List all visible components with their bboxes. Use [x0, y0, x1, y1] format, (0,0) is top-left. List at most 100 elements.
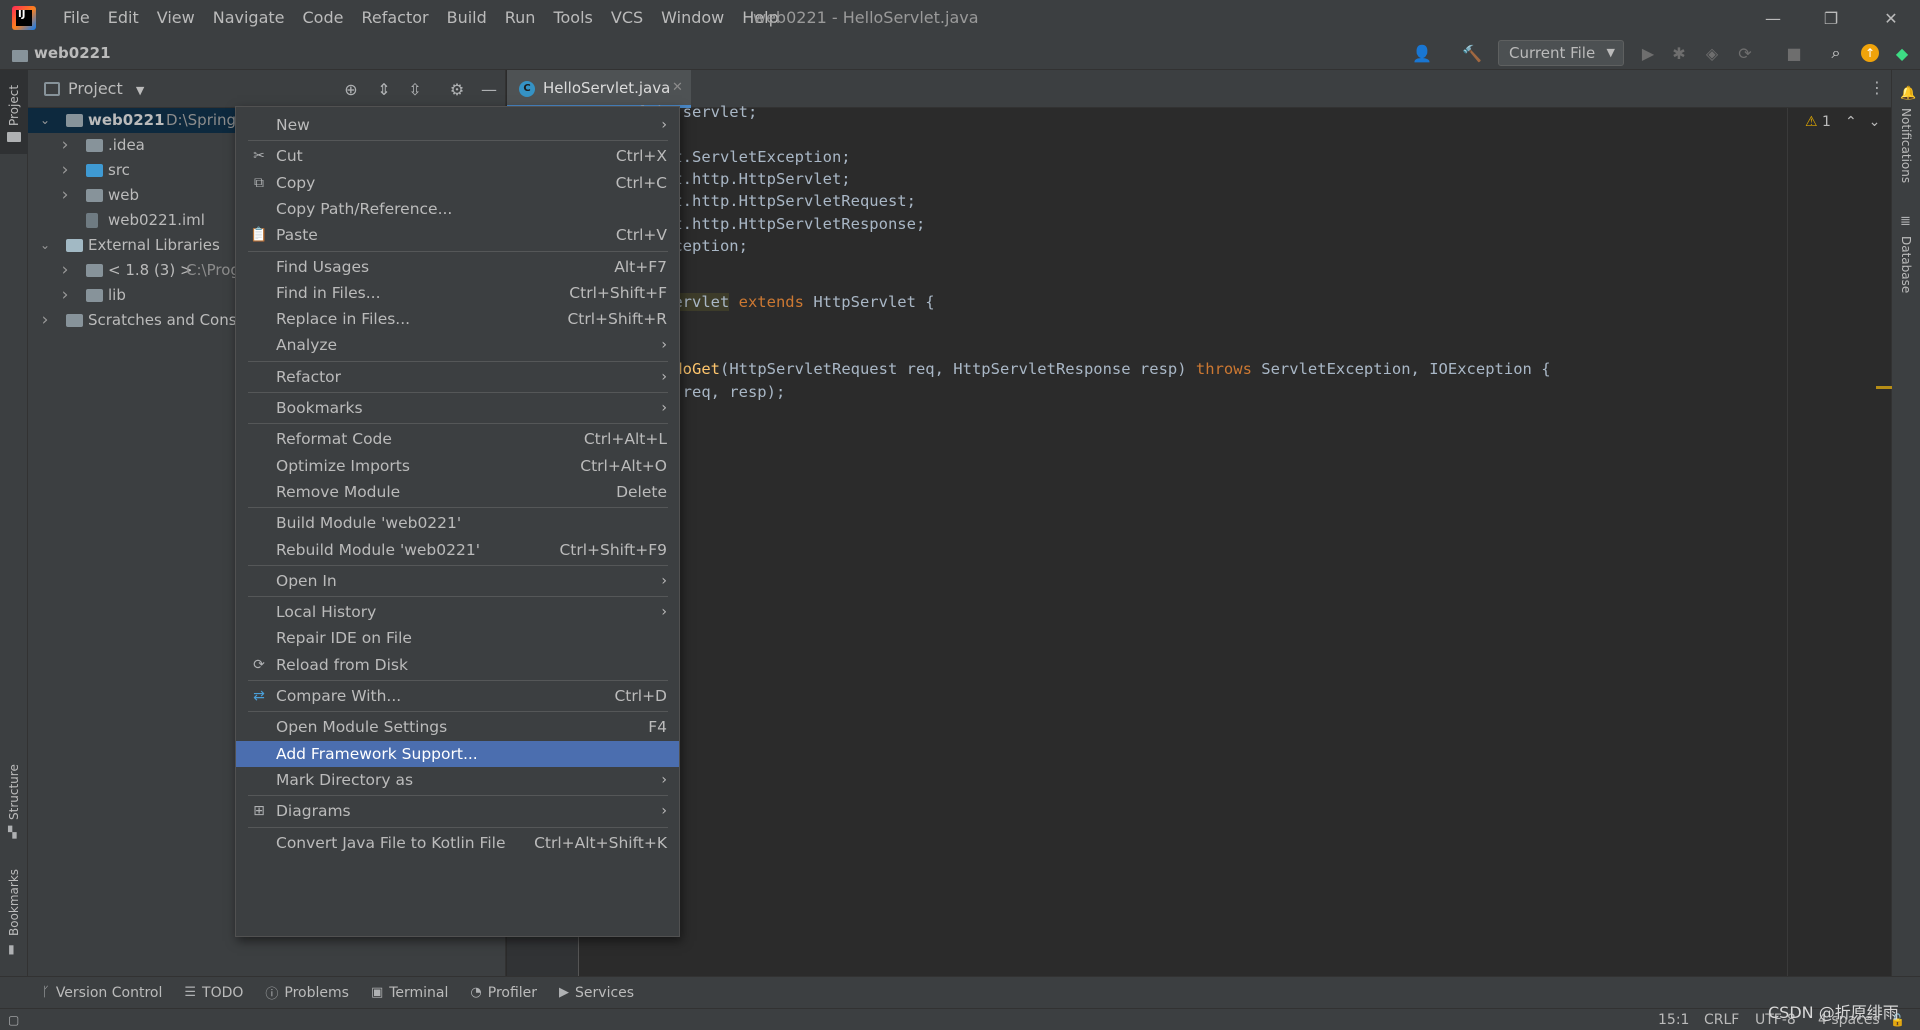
tree-item-label: web: [108, 186, 140, 204]
tool-windows-icon[interactable]: ▢: [8, 1009, 19, 1030]
menu-item-mark-directory-as[interactable]: Mark Directory as ›: [236, 767, 679, 793]
watermark: CSDN @折原绯雨: [1768, 1003, 1899, 1022]
menu-item-copy-path-reference[interactable]: Copy Path/Reference...: [236, 196, 679, 222]
diagram-icon: ⊞: [253, 803, 265, 820]
menu-item-find-in-files[interactable]: Find in Files... Ctrl+Shift+F: [236, 280, 679, 306]
menu-item-local-history[interactable]: Local History ›: [236, 599, 679, 625]
minimize-button[interactable]: —: [1744, 0, 1802, 36]
menu-refactor[interactable]: Refactor: [352, 0, 437, 36]
menu-item-copy[interactable]: ⧉ Copy Ctrl+C: [236, 170, 679, 196]
line-separator[interactable]: CRLF: [1704, 1009, 1739, 1030]
tool-label: Version Control: [55, 984, 163, 1001]
tool-label: Services: [575, 984, 635, 1001]
run-icon[interactable]: ▶: [1636, 41, 1660, 65]
notifications-tool-label[interactable]: Notifications: [1899, 108, 1913, 183]
chevron-up-icon[interactable]: ⌃: [1845, 114, 1857, 130]
chevron-right-icon[interactable]: ›: [58, 133, 72, 158]
bottom-tool-bar: ᚴ Version Control ☰ TODO ⓘ Problems ▣ Terminal ◔…: [0, 976, 1920, 1008]
menu-item-paste[interactable]: 📋 Paste Ctrl+V: [236, 222, 679, 248]
debug-icon[interactable]: ✱: [1667, 41, 1691, 65]
chevron-right-icon[interactable]: ›: [38, 308, 52, 333]
database-icon[interactable]: ≣: [1900, 214, 1911, 229]
notifications-icon[interactable]: 🔔: [1900, 86, 1916, 101]
breadcrumb-project[interactable]: web0221: [34, 36, 111, 70]
chevron-down-icon[interactable]: ⌄: [38, 233, 52, 258]
menu-item-convert-java-file-to-kotlin-file[interactable]: Convert Java File to Kotlin File Ctrl+Alt…: [236, 830, 679, 856]
menu-item-rebuild-module-web0221[interactable]: Rebuild Module 'web0221' Ctrl+Shift+F9: [236, 537, 679, 563]
menu-edit[interactable]: Edit: [99, 0, 148, 36]
menu-item-bookmarks[interactable]: Bookmarks ›: [236, 395, 679, 421]
tool-version-control[interactable]: ᚴ Version Control: [42, 985, 162, 1001]
menu-item-reformat-code[interactable]: Reformat Code Ctrl+Alt+L: [236, 426, 679, 452]
gear-icon[interactable]: ⚙: [446, 78, 468, 100]
tool-problems[interactable]: ⓘ Problems: [265, 983, 349, 1003]
menu-vcs[interactable]: VCS: [602, 0, 652, 36]
build-hammer-icon[interactable]: 🔨: [1460, 41, 1484, 65]
update-icon[interactable]: ↑: [1858, 41, 1882, 65]
expand-all-icon[interactable]: ⇕: [373, 78, 395, 100]
tool-profiler[interactable]: ◔ Profiler: [470, 985, 537, 1001]
menu-item-label: Find Usages: [276, 257, 370, 276]
chevron-right-icon[interactable]: ›: [58, 183, 72, 208]
close-window-button[interactable]: ✕: [1862, 0, 1920, 36]
tool-services[interactable]: ▶ Services: [559, 985, 634, 1001]
menu-item-find-usages[interactable]: Find Usages Alt+F7: [236, 254, 679, 280]
menu-item-optimize-imports[interactable]: Optimize Imports Ctrl+Alt+O: [236, 453, 679, 479]
plugin-icon[interactable]: ◆: [1890, 41, 1914, 65]
project-tool-tab[interactable]: Project: [0, 70, 28, 154]
editor-scrollbar-area[interactable]: [1787, 108, 1891, 976]
profile-icon[interactable]: ⟳: [1733, 41, 1757, 65]
restore-button[interactable]: ❐: [1802, 0, 1860, 36]
menu-item-diagrams[interactable]: ⊞ Diagrams ›: [236, 798, 679, 824]
left-tool-stripe: Project Structure ▚ Bookmarks ▮: [0, 70, 28, 976]
chevron-right-icon[interactable]: ›: [58, 258, 72, 283]
method-name: doGet: [673, 360, 720, 378]
chevron-right-icon[interactable]: ›: [58, 158, 72, 183]
highlight-stripe-marker[interactable]: [1876, 386, 1892, 389]
search-icon[interactable]: ⌕: [1824, 41, 1848, 65]
menu-item-open-module-settings[interactable]: Open Module Settings F4: [236, 714, 679, 740]
menu-item-build-module-web0221[interactable]: Build Module 'web0221': [236, 510, 679, 536]
more-options-icon[interactable]: ⋮: [1869, 78, 1885, 97]
chevron-right-icon[interactable]: ›: [58, 283, 72, 308]
menu-item-reload-from-disk[interactable]: ⟳ Reload from Disk: [236, 652, 679, 678]
chevron-down-icon[interactable]: ⌄: [38, 108, 52, 133]
menu-file[interactable]: File: [54, 0, 99, 36]
chevron-down-icon[interactable]: ⌄: [1869, 114, 1881, 130]
project-view-selector[interactable]: Project ▼: [68, 70, 144, 108]
menu-build[interactable]: Build: [438, 0, 496, 36]
menu-item-new[interactable]: New ›: [236, 112, 679, 138]
menu-view[interactable]: View: [148, 0, 204, 36]
code-editor[interactable]: om.amefair.servlet;vax.servlet.ServletEx…: [580, 103, 1787, 976]
inspection-widget[interactable]: ⚠ 1 ⌃ ⌄: [1805, 114, 1880, 130]
database-tool-label[interactable]: Database: [1899, 236, 1913, 293]
tool-terminal[interactable]: ▣ Terminal: [371, 985, 448, 1001]
hide-panel-icon[interactable]: —: [478, 78, 500, 100]
menu-item-open-in[interactable]: Open In ›: [236, 568, 679, 594]
stop-icon[interactable]: ■: [1782, 41, 1806, 65]
menu-item-compare-with[interactable]: ⇄ Compare With... Ctrl+D: [236, 683, 679, 709]
menu-window[interactable]: Window: [652, 0, 733, 36]
menu-item-remove-module[interactable]: Remove Module Delete: [236, 479, 679, 505]
bookmarks-tool-tab[interactable]: Bookmarks ▮: [0, 869, 28, 960]
menu-code[interactable]: Code: [294, 0, 353, 36]
locate-icon[interactable]: ⊕: [340, 78, 362, 100]
menu-item-replace-in-files[interactable]: Replace in Files... Ctrl+Shift+R: [236, 306, 679, 332]
run-configuration-select[interactable]: Current File ▼: [1498, 40, 1624, 66]
menu-item-add-framework-support[interactable]: Add Framework Support...: [236, 740, 679, 767]
menu-item-repair-ide-on-file[interactable]: Repair IDE on File: [236, 625, 679, 651]
collapse-all-icon[interactable]: ⇳: [404, 78, 426, 100]
caret-position[interactable]: 15:1: [1658, 1009, 1689, 1030]
tool-todo[interactable]: ☰ TODO: [184, 985, 243, 1001]
tree-item-label: lib: [108, 286, 126, 304]
coverage-icon[interactable]: ◈: [1700, 41, 1724, 65]
user-icon[interactable]: 👤: [1410, 41, 1434, 65]
menu-item-refactor[interactable]: Refactor ›: [236, 364, 679, 390]
structure-tool-tab[interactable]: Structure ▚: [0, 762, 28, 842]
menu-item-cut[interactable]: ✂ Cut Ctrl+X: [236, 143, 679, 169]
menu-item-analyze[interactable]: Analyze ›: [236, 332, 679, 358]
menu-run[interactable]: Run: [496, 0, 545, 36]
menu-tools[interactable]: Tools: [544, 0, 601, 36]
menu-navigate[interactable]: Navigate: [204, 0, 294, 36]
structure-icon: ▚: [8, 826, 17, 839]
